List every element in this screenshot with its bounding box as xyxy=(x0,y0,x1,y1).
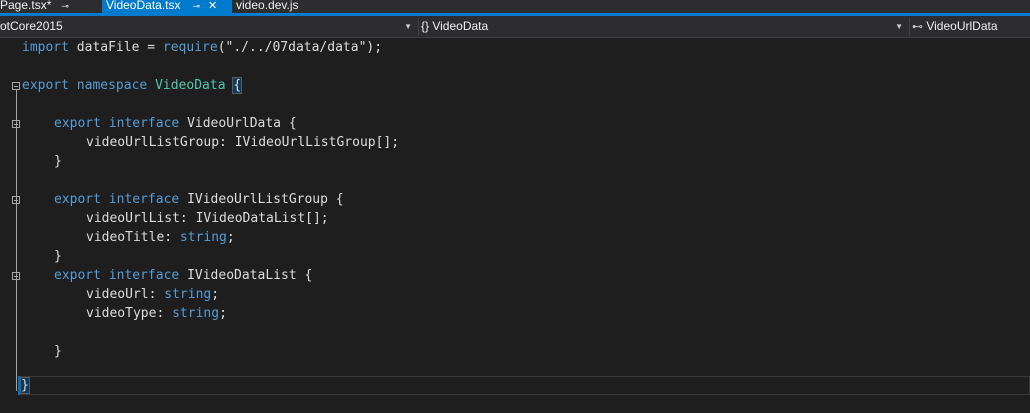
project-name: otCore2015 xyxy=(0,19,63,33)
caret-marker xyxy=(18,376,20,395)
current-line-highlight xyxy=(18,376,1030,395)
collapse-icon[interactable] xyxy=(12,272,20,280)
code-line-12: } xyxy=(54,249,62,264)
code-line-5: export interface VideoUrlData { xyxy=(54,116,297,131)
pin-icon[interactable]: ⊸ xyxy=(61,1,69,12)
code-line-1: import dataFile = require("./../07data/d… xyxy=(22,40,383,55)
collapse-icon[interactable] xyxy=(12,82,20,90)
outline-line xyxy=(16,90,17,391)
close-icon[interactable]: ✕ xyxy=(208,0,217,12)
navbar-divider xyxy=(909,18,910,36)
code-line-13: export interface IVideoDataList { xyxy=(54,268,313,283)
chevron-down-icon: ▼ xyxy=(404,22,412,31)
tab-label: VideoData.tsx xyxy=(106,0,181,12)
property-icon: ⊷ xyxy=(912,21,923,33)
document-tab-bar: Page.tsx* ⊸ VideoData.tsx ⊸ ✕ video.dev.js xyxy=(0,0,1030,13)
code-editor[interactable]: import dataFile = require("./../07data/d… xyxy=(0,38,1030,413)
code-line-9: export interface IVideoUrlListGroup { xyxy=(54,192,344,207)
code-line-15: videoType: string; xyxy=(86,306,227,321)
chevron-down-icon: ▼ xyxy=(895,22,903,31)
project-dropdown[interactable]: otCore2015 ▼ xyxy=(0,16,416,37)
member-name: VideoUrlData xyxy=(926,19,998,33)
tab-page-tsx[interactable]: Page.tsx* ⊸ xyxy=(0,0,100,13)
tab-videodata-tsx[interactable]: VideoData.tsx ⊸ ✕ xyxy=(102,0,232,13)
tab-video-dev-js[interactable]: video.dev.js xyxy=(236,0,326,13)
tab-label: Page.tsx* xyxy=(0,0,52,12)
code-line-10: videoUrlList: IVideoDataList[]; xyxy=(86,211,329,226)
code-line-19: } xyxy=(20,376,30,395)
matched-brace: } xyxy=(20,377,30,394)
collapse-icon[interactable] xyxy=(12,196,20,204)
navbar-divider xyxy=(418,18,419,36)
tab-label: video.dev.js xyxy=(236,0,299,12)
code-line-3: export namespace VideoData { xyxy=(22,77,243,94)
member-dropdown[interactable]: ⊷ VideoUrlData xyxy=(912,16,1030,37)
pin-icon[interactable]: ⊸ xyxy=(193,1,201,12)
code-line-6: videoUrlListGroup: IVideoUrlListGroup[]; xyxy=(86,135,400,150)
code-line-7: } xyxy=(54,154,62,169)
matched-brace: { xyxy=(232,77,243,94)
navigation-bar: otCore2015 ▼ {} VideoData ▼ ⊷ VideoUrlDa… xyxy=(0,16,1030,38)
code-line-17: } xyxy=(54,344,62,359)
code-line-11: videoTitle: string; xyxy=(86,230,235,245)
scope-dropdown[interactable]: {} VideoData ▼ xyxy=(421,16,907,37)
scope-name: {} VideoData xyxy=(421,19,489,33)
collapse-icon[interactable] xyxy=(12,120,20,128)
code-line-14: videoUrl: string; xyxy=(86,287,220,302)
